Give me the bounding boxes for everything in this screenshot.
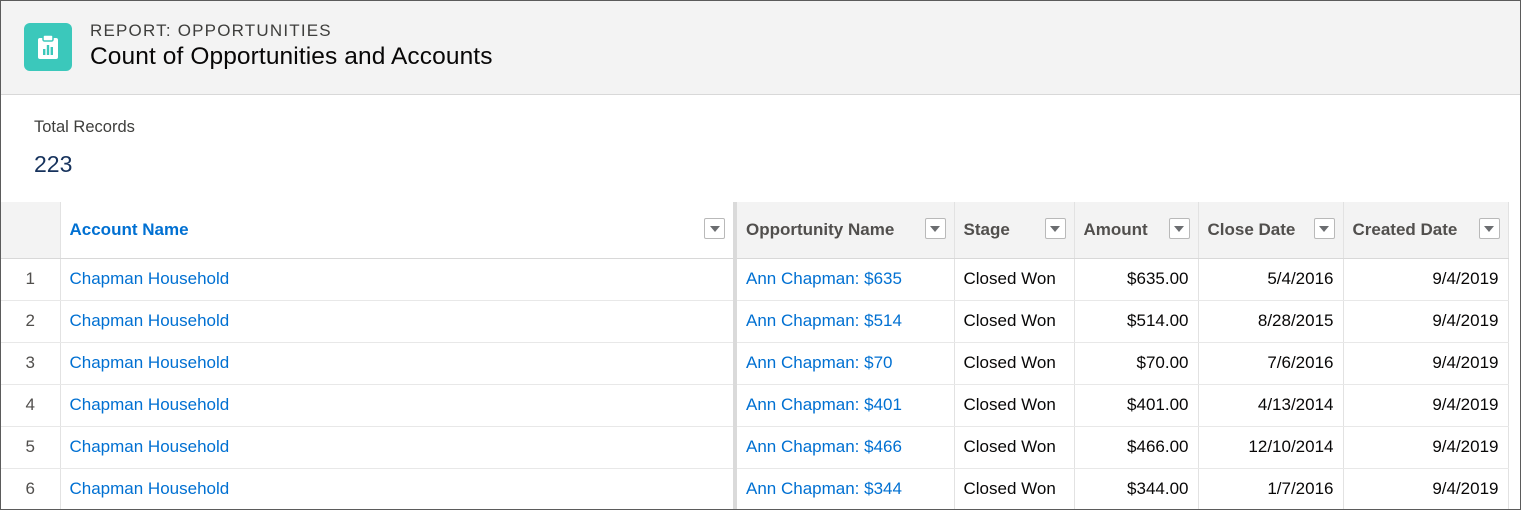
opportunity-name-link[interactable]: Ann Chapman: $466 (735, 426, 955, 469)
opportunity-name-link[interactable]: Ann Chapman: $514 (735, 300, 955, 343)
close-date-cell: 4/13/2014 (1198, 384, 1344, 427)
column-header-label: Stage (963, 220, 1010, 239)
chevron-down-icon (930, 225, 940, 232)
total-records-value: 223 (34, 151, 73, 177)
table-row: 3 Chapman Household Ann Chapman: $70 Clo… (1, 342, 1509, 385)
account-name-link[interactable]: Chapman Household (60, 258, 737, 301)
chevron-down-icon (709, 225, 720, 232)
report-header: REPORT: OPPORTUNITIES Count of Opportuni… (1, 1, 1520, 95)
account-name-link[interactable]: Chapman Household (60, 468, 737, 509)
close-date-cell: 1/7/2016 (1198, 468, 1344, 509)
column-menu-button[interactable] (1313, 218, 1335, 239)
stage-cell: Closed Won (954, 300, 1075, 343)
account-name-link[interactable]: Chapman Household (60, 384, 737, 427)
total-records-label: Total Records (34, 118, 135, 136)
opportunity-name-link[interactable]: Ann Chapman: $70 (735, 342, 955, 385)
report-window: REPORT: OPPORTUNITIES Count of Opportuni… (0, 0, 1521, 510)
column-header-stage[interactable]: Stage (954, 202, 1075, 259)
table-row: 1 Chapman Household Ann Chapman: $635 Cl… (1, 258, 1509, 301)
opportunity-name-link[interactable]: Ann Chapman: $635 (735, 258, 955, 301)
created-date-cell: 9/4/2019 (1343, 384, 1509, 427)
column-header-label: Amount (1083, 220, 1148, 239)
account-name-link[interactable]: Chapman Household (60, 300, 737, 343)
column-header-label: Account Name (69, 220, 189, 239)
amount-cell: $70.00 (1074, 342, 1199, 385)
close-date-cell: 7/6/2016 (1198, 342, 1344, 385)
stage-cell: Closed Won (954, 426, 1075, 469)
column-header-opportunity-name[interactable]: Opportunity Name (735, 202, 955, 259)
created-date-cell: 9/4/2019 (1343, 426, 1509, 469)
chevron-down-icon (1174, 225, 1184, 232)
row-number: 2 (1, 300, 61, 343)
account-name-link[interactable]: Chapman Household (60, 342, 737, 385)
column-menu-button[interactable] (1044, 218, 1066, 239)
close-date-cell: 8/28/2015 (1198, 300, 1344, 343)
report-type-label: REPORT: OPPORTUNITIES (90, 21, 332, 40)
stage-cell: Closed Won (954, 468, 1075, 509)
table-header-row: Account Name Opportunity Name Stage Amou… (1, 202, 1509, 259)
amount-cell: $635.00 (1074, 258, 1199, 301)
account-name-link[interactable]: Chapman Household (60, 426, 737, 469)
stage-cell: Closed Won (954, 342, 1075, 385)
close-date-cell: 12/10/2014 (1198, 426, 1344, 469)
created-date-cell: 9/4/2019 (1343, 258, 1509, 301)
opportunity-name-link[interactable]: Ann Chapman: $344 (735, 468, 955, 509)
column-header-label: Created Date (1352, 220, 1458, 239)
amount-cell: $466.00 (1074, 426, 1199, 469)
table-row: 5 Chapman Household Ann Chapman: $466 Cl… (1, 426, 1509, 469)
amount-cell: $514.00 (1074, 300, 1199, 343)
column-header-label: Close Date (1207, 220, 1296, 239)
row-number-header (1, 202, 61, 259)
row-number: 3 (1, 342, 61, 385)
created-date-cell: 9/4/2019 (1343, 342, 1509, 385)
column-header-created-date[interactable]: Created Date (1343, 202, 1509, 259)
column-menu-button[interactable] (1478, 218, 1500, 239)
stage-cell: Closed Won (954, 258, 1075, 301)
column-header-amount[interactable]: Amount (1074, 202, 1199, 259)
table-row: 4 Chapman Household Ann Chapman: $401 Cl… (1, 384, 1509, 427)
column-header-label: Opportunity Name (746, 220, 895, 239)
column-header-account-name[interactable]: Account Name (60, 202, 737, 259)
stage-cell: Closed Won (954, 384, 1075, 427)
chevron-down-icon (1050, 225, 1060, 232)
table-row: 2 Chapman Household Ann Chapman: $514 Cl… (1, 300, 1509, 343)
row-number: 6 (1, 468, 61, 509)
chevron-down-icon (1484, 225, 1494, 232)
column-menu-button[interactable] (704, 218, 725, 239)
row-number: 5 (1, 426, 61, 469)
created-date-cell: 9/4/2019 (1343, 468, 1509, 509)
created-date-cell: 9/4/2019 (1343, 300, 1509, 343)
column-header-close-date[interactable]: Close Date (1198, 202, 1344, 259)
report-icon (24, 23, 72, 71)
chevron-down-icon (1319, 225, 1329, 232)
amount-cell: $401.00 (1074, 384, 1199, 427)
close-date-cell: 5/4/2016 (1198, 258, 1344, 301)
amount-cell: $344.00 (1074, 468, 1199, 509)
row-number: 4 (1, 384, 61, 427)
report-table: Account Name Opportunity Name Stage Amou… (1, 202, 1509, 509)
table-row: 6 Chapman Household Ann Chapman: $344 Cl… (1, 468, 1509, 509)
row-number: 1 (1, 258, 61, 301)
column-menu-button[interactable] (924, 218, 946, 239)
page-title: Count of Opportunities and Accounts (90, 43, 493, 70)
column-menu-button[interactable] (1168, 218, 1190, 239)
opportunity-name-link[interactable]: Ann Chapman: $401 (735, 384, 955, 427)
